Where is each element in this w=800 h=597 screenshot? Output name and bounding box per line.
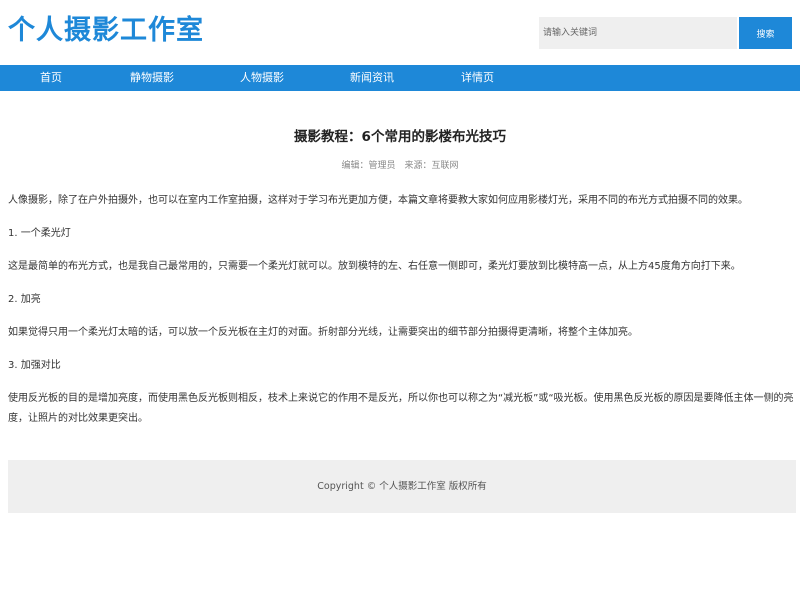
article-meta: 编辑：管理员 来源：互联网: [341, 161, 459, 171]
nav-item-detail[interactable]: 详情页: [461, 65, 494, 91]
site-header: 个人摄影工作室 搜索: [0, 0, 800, 65]
site-footer: Copyright © 个人摄影工作室 版权所有: [8, 460, 796, 513]
article-paragraph: 这是最简单的布光方式，也是我自己最常用的，只需要一个柔光灯就可以。放到模特的左、…: [8, 261, 741, 272]
search-button[interactable]: 搜索: [739, 17, 792, 49]
article-paragraph: 如果觉得只用一个柔光灯太暗的话，可以放一个反光板在主灯的对面。折射部分光线，让需…: [8, 327, 638, 338]
article-paragraph: 人像摄影，除了在户外拍摄外，也可以在室内工作室拍摄，这样对于学习布光更加方便，本…: [8, 195, 748, 206]
article-heading: 1. 一个柔光灯: [8, 228, 71, 239]
nav-item-portrait[interactable]: 人物摄影: [240, 65, 284, 91]
site-logo[interactable]: 个人摄影工作室: [8, 13, 204, 49]
article-heading: 3. 加强对比: [8, 360, 61, 371]
article-title: 摄影教程：6个常用的影楼布光技巧: [294, 129, 506, 145]
nav-item-home[interactable]: 首页: [40, 65, 62, 91]
copyright-text: Copyright © 个人摄影工作室 版权所有: [317, 481, 487, 492]
nav-item-news[interactable]: 新闻资讯: [350, 65, 394, 91]
search-input[interactable]: [539, 17, 737, 49]
article-heading: 2. 加亮: [8, 294, 41, 305]
nav-item-still-life[interactable]: 静物摄影: [130, 65, 174, 91]
main-nav: 首页 静物摄影 人物摄影 新闻资讯 详情页: [0, 65, 800, 91]
article-paragraph: 使用反光板的目的是增加亮度，而使用黑色反光板则相反，枝术上来说它的作用不是反光，…: [8, 393, 794, 424]
